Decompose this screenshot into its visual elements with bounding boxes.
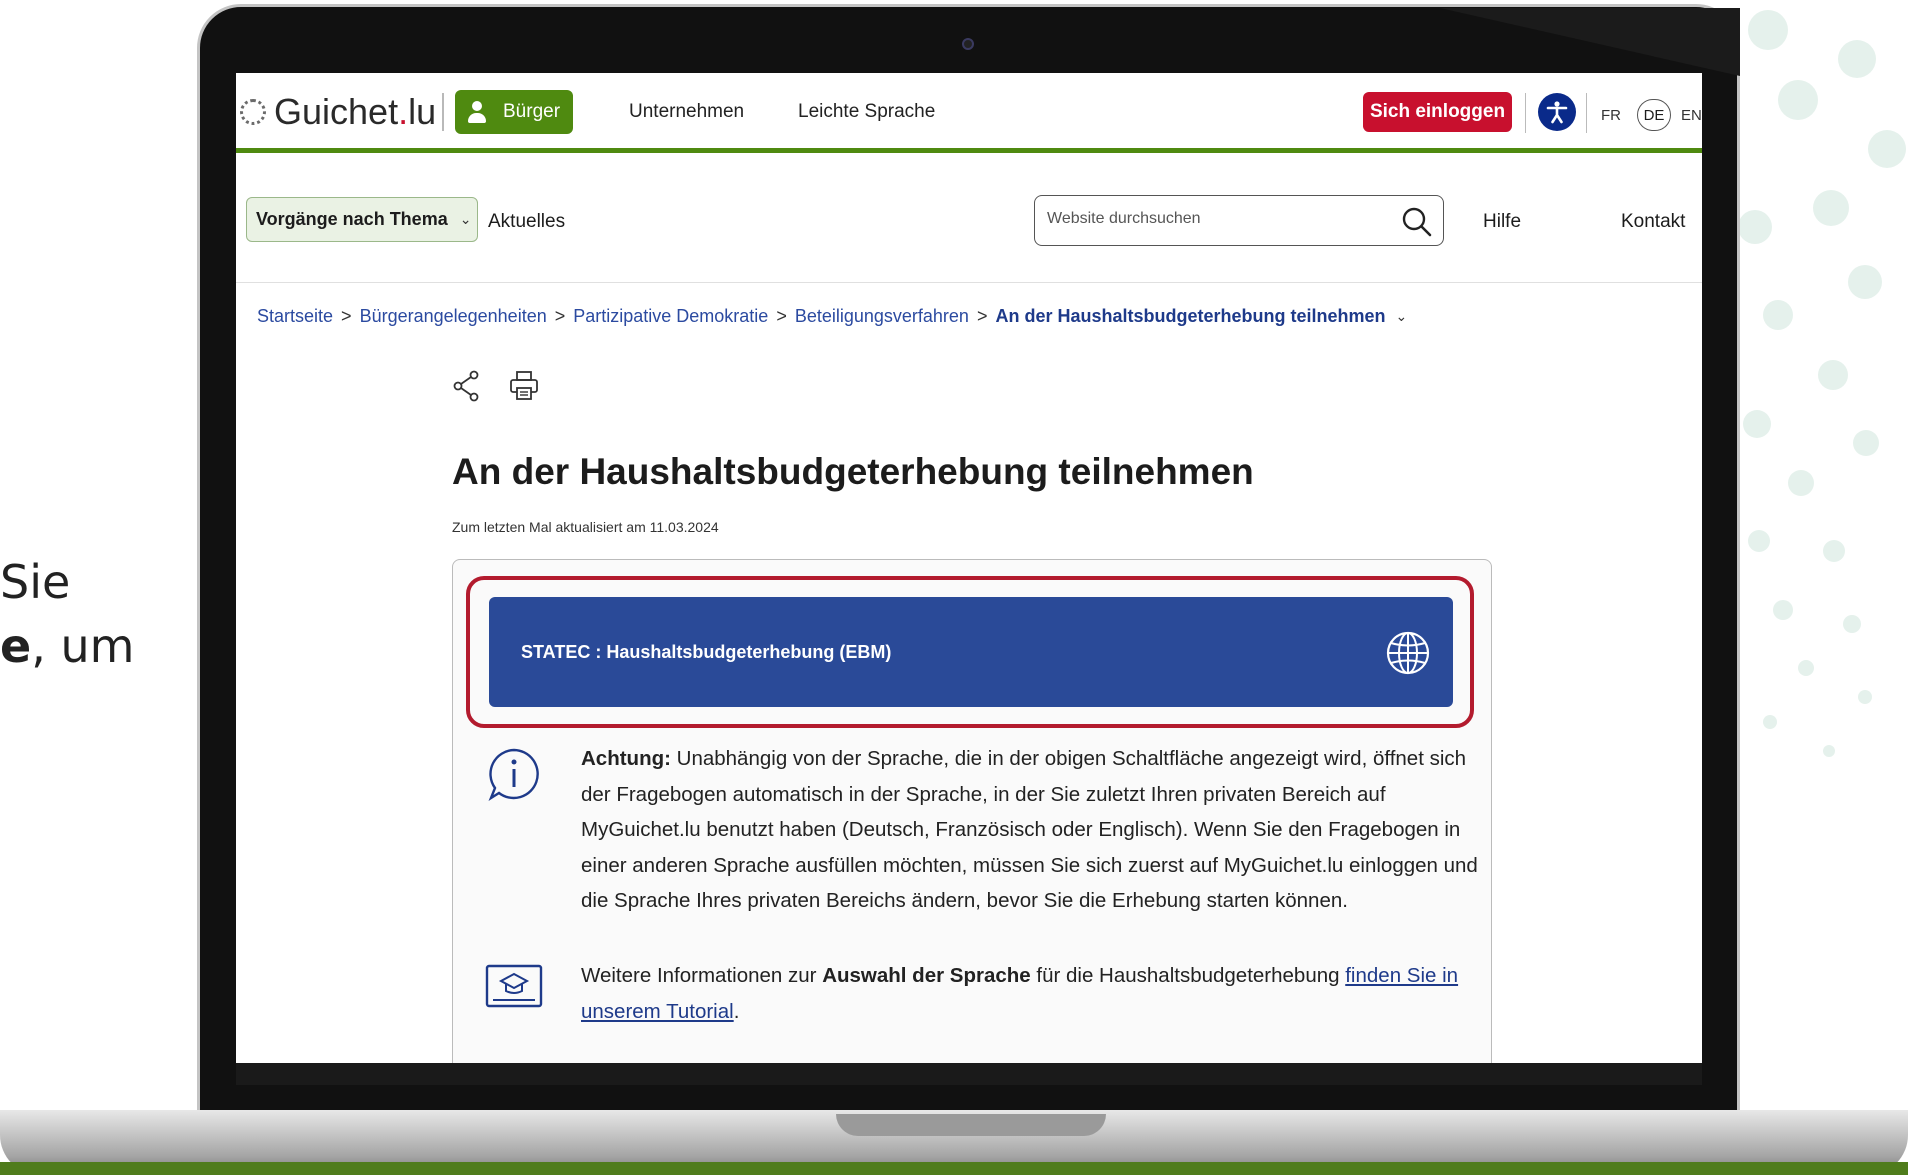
breadcrumb-item-beteiligungsverfahren[interactable]: Beteiligungsverfahren xyxy=(795,306,969,327)
lang-de[interactable]: DE xyxy=(1637,99,1671,131)
nav-hilfe[interactable]: Hilfe xyxy=(1483,211,1521,233)
globe-icon xyxy=(1386,631,1430,675)
site-logo[interactable]: Guichet. lu xyxy=(240,91,436,133)
tutorial-text-end: . xyxy=(733,999,740,1023)
divider xyxy=(1525,93,1526,133)
chevron-down-icon: ⌄ xyxy=(459,211,472,227)
notice-bold: Achtung: xyxy=(581,747,671,770)
search-box[interactable] xyxy=(1034,195,1444,246)
statec-survey-label: STATEC : Haushaltsbudgeterhebung (EBM) xyxy=(521,642,892,662)
nav-unternehmen[interactable]: Unternehmen xyxy=(629,101,744,123)
info-icon xyxy=(488,748,539,801)
breadcrumb-separator: > xyxy=(554,306,566,326)
side-caption-bold: e xyxy=(0,619,32,673)
logo-separator xyxy=(442,93,444,131)
lang-en[interactable]: EN xyxy=(1681,107,1702,124)
breadcrumb-item-partizipative-demokratie[interactable]: Partizipative Demokratie xyxy=(573,306,768,327)
statec-survey-button[interactable]: STATEC : Haushaltsbudgeterhebung (EBM) xyxy=(489,597,1453,707)
side-caption-line-2: e, um xyxy=(0,614,134,678)
green-floor-strip xyxy=(0,1162,1908,1175)
tutorial-text-mid: für die Haushaltsbudgeterhebung xyxy=(1030,964,1346,987)
breadcrumb: Startseite > Bürgerangelegenheiten > Par… xyxy=(257,306,1407,327)
nav-leichte-sprache[interactable]: Leichte Sprache xyxy=(798,101,935,123)
side-caption-line-1: Sie xyxy=(0,555,71,609)
breadcrumb-separator: > xyxy=(776,306,787,326)
logo-text-dot: . xyxy=(398,91,409,132)
logo-text-tld: lu xyxy=(408,91,437,132)
screen-bezel-bottom xyxy=(236,1063,1702,1085)
tutorial-text-pre: Weitere Informationen zur xyxy=(581,964,823,987)
breadcrumb-item-buergerangelegenheiten[interactable]: Bürgerangelegenheiten xyxy=(360,306,547,327)
tutorial-notice: Weitere Informationen zur Auswahl der Sp… xyxy=(581,958,1486,1029)
breadcrumb-item-current: An der Haushaltsbudgeterhebung teilnehme… xyxy=(995,306,1386,326)
logo-symbol-icon xyxy=(240,99,266,125)
person-icon xyxy=(467,101,487,123)
print-icon[interactable] xyxy=(509,370,539,402)
breadcrumb-separator: > xyxy=(341,306,352,326)
tutorial-text-bold: Auswahl der Sprache xyxy=(822,964,1031,987)
lid-glare xyxy=(1380,8,1740,76)
nav-aktuelles[interactable]: Aktuelles xyxy=(488,211,565,233)
side-caption: Sie e, um xyxy=(0,550,134,678)
language-notice: Achtung: Unabhängig von der Sprache, die… xyxy=(581,741,1486,919)
breadcrumb-item-startseite[interactable]: Startseite xyxy=(257,306,333,327)
audience-buerger-label: Bürger xyxy=(503,101,561,122)
share-icon[interactable] xyxy=(452,370,482,402)
notice-text: Unabhängig von der Sprache, die in der o… xyxy=(581,747,1478,912)
nav-kontakt[interactable]: Kontakt xyxy=(1621,211,1685,233)
page-title: An der Haushaltsbudgeterhebung teilnehme… xyxy=(452,451,1254,492)
login-button[interactable]: Sich einloggen xyxy=(1363,92,1512,132)
lang-fr[interactable]: FR xyxy=(1601,107,1621,124)
search-icon[interactable] xyxy=(1401,206,1433,238)
browser-screen: Guichet. lu Bürger Unternehmen Leichte Sp… xyxy=(236,73,1702,1063)
laptop-notch xyxy=(836,1114,1106,1136)
divider xyxy=(1586,93,1587,133)
last-updated: Zum letzten Mal aktualisiert am 11.03.20… xyxy=(452,519,719,535)
search-input[interactable] xyxy=(1047,210,1377,228)
topics-dropdown[interactable]: Vorgänge nach Thema ⌄ xyxy=(246,197,478,242)
side-caption-rest: , um xyxy=(31,619,135,673)
tutorial-icon xyxy=(485,964,543,1008)
camera-icon xyxy=(962,38,974,50)
logo-text-main: Guichet xyxy=(274,91,399,132)
chevron-down-icon[interactable]: ⌄ xyxy=(1396,308,1408,325)
topics-dropdown-label: Vorgänge nach Thema xyxy=(256,209,448,229)
top-bar: Guichet. lu Bürger Unternehmen Leichte Sp… xyxy=(236,73,1702,153)
audience-buerger-button[interactable]: Bürger xyxy=(455,90,573,134)
breadcrumb-separator: > xyxy=(976,306,988,326)
accessibility-icon[interactable] xyxy=(1538,93,1576,131)
